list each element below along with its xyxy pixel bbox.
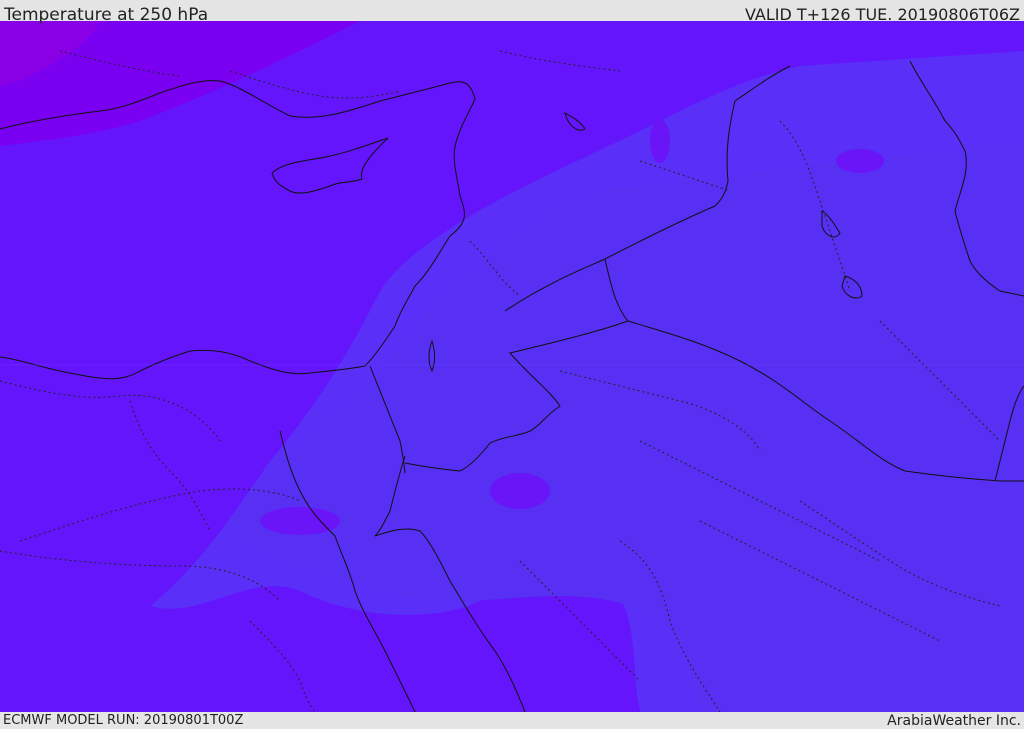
warm-blob-3 — [650, 119, 670, 163]
credit-label: ArabiaWeather Inc. — [887, 713, 1021, 729]
warm-blob-1 — [490, 473, 550, 509]
map-title: Temperature at 250 hPa — [4, 5, 209, 25]
valid-time-label: VALID T+126 TUE. 20190806T06Z — [744, 5, 1020, 24]
warm-blob-2 — [836, 149, 884, 173]
weather-map-frame: Temperature at 250 hPa VALID T+126 TUE. … — [0, 0, 1024, 729]
model-run-label: ECMWF MODEL RUN: 20190801T00Z — [3, 713, 244, 728]
temperature-map — [0, 21, 1024, 712]
warm-blob-4 — [260, 507, 340, 535]
